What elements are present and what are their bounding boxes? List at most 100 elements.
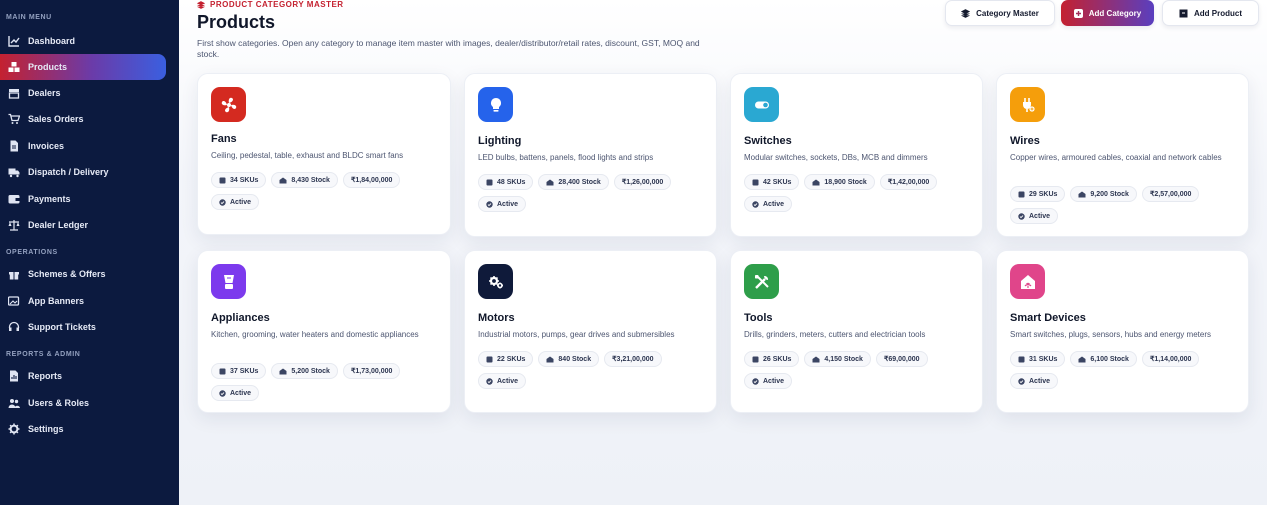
category-card-smart-devices[interactable]: Smart Devices Smart switches, plugs, sen… [996, 250, 1249, 413]
boxes-icon [8, 61, 20, 73]
category-card-appliances[interactable]: Appliances Kitchen, grooming, water heat… [197, 250, 451, 413]
sidebar-item-schemes-offers[interactable]: Schemes & Offers [0, 261, 166, 287]
value-chip: ₹1,14,00,000 [1141, 351, 1200, 367]
category-card-motors[interactable]: Motors Industrial motors, pumps, gear dr… [464, 250, 717, 413]
sidebar-item-label: Sales Orders [28, 114, 84, 124]
category-card-tools[interactable]: Tools Drills, grinders, meters, cutters … [730, 250, 983, 413]
page-description: First show categories. Open any category… [197, 38, 700, 59]
sidebar-item-payments[interactable]: Payments [0, 186, 166, 212]
status-label: Active [763, 377, 785, 385]
category-name: Switches [744, 135, 792, 147]
fan-icon [211, 87, 246, 122]
category-card-lighting[interactable]: Lighting LED bulbs, battens, panels, flo… [464, 73, 717, 237]
value-chip: ₹1,26,00,000 [613, 174, 672, 190]
value-chip: ₹3,21,00,000 [604, 351, 662, 367]
sidebar-item-label: Settings [28, 424, 64, 434]
sidebar-item-label: Invoices [28, 141, 65, 151]
value-chip: ₹1,84,00,000 [342, 172, 401, 188]
check-circle-icon [486, 200, 493, 208]
status-badge: Active [211, 385, 260, 401]
sku-count-chip: 48 SKUs [478, 174, 534, 190]
stock-count: 5,200 Stock [291, 367, 330, 375]
boxes-icon [752, 356, 759, 363]
category-name: Wires [1010, 135, 1040, 147]
warehouse-icon [546, 179, 554, 186]
status-label: Active [1029, 377, 1051, 385]
category-master-button[interactable]: Category Master [945, 0, 1055, 26]
add-category-button[interactable]: Add Category [1061, 0, 1154, 26]
sidebar-item-app-banners[interactable]: App Banners [0, 288, 166, 314]
category-description: Industrial motors, pumps, gear drives an… [478, 330, 675, 339]
tools-icon [744, 264, 779, 299]
sidebar-item-products[interactable]: Products [0, 54, 166, 80]
sidebar-item-invoices[interactable]: Invoices [0, 133, 166, 159]
stock-chip: 6,100 Stock [1070, 351, 1137, 367]
layers-icon [961, 8, 971, 18]
status-badge: Active [744, 373, 793, 389]
category-name: Smart Devices [1010, 312, 1086, 324]
sku-count: 26 SKUs [763, 355, 792, 363]
gift-icon [8, 268, 20, 280]
category-card-switches[interactable]: Switches Modular switches, sockets, DBs,… [730, 73, 983, 237]
sidebar-item-label: Support Tickets [28, 322, 96, 332]
warehouse-icon [1078, 356, 1086, 363]
status-label: Active [497, 377, 519, 385]
category-card-wires[interactable]: Wires Copper wires, armoured cables, coa… [996, 73, 1249, 237]
check-circle-icon [1018, 377, 1025, 385]
category-name: Fans [211, 133, 237, 145]
sidebar-item-support-tickets[interactable]: Support Tickets [0, 314, 166, 340]
check-circle-icon [752, 377, 759, 385]
status-label: Active [497, 200, 519, 208]
stock-value: ₹1,26,00,000 [621, 179, 664, 186]
check-circle-icon [752, 200, 759, 208]
sidebar-item-settings[interactable]: Settings [0, 416, 166, 442]
category-card-fans[interactable]: Fans Ceiling, pedestal, table, exhaust a… [197, 73, 451, 235]
boxes-icon [486, 356, 493, 363]
sidebar-item-label: Reports [28, 371, 63, 381]
sku-count: 22 SKUs [497, 355, 526, 363]
category-description: Drills, grinders, meters, cutters and el… [744, 330, 926, 339]
boxes-icon [219, 177, 226, 184]
sidebar-item-label: App Banners [28, 296, 85, 306]
sidebar-item-dealer-ledger[interactable]: Dealer Ledger [0, 212, 166, 238]
sidebar-item-reports[interactable]: Reports [0, 363, 166, 389]
stock-value: ₹1,73,00,000 [350, 368, 393, 375]
gear-icon [8, 423, 20, 435]
status-label: Active [763, 200, 785, 208]
plug-icon [1010, 87, 1045, 122]
sidebar-item-users-roles[interactable]: Users & Roles [0, 390, 166, 416]
boxes-icon [486, 179, 493, 186]
sidebar-item-dashboard[interactable]: Dashboard [0, 28, 166, 54]
add-product-button[interactable]: Add Product [1162, 0, 1259, 26]
wallet-icon [8, 193, 20, 205]
boxes-icon [1018, 356, 1025, 363]
sku-count: 48 SKUs [497, 178, 526, 186]
sidebar-item-dealers[interactable]: Dealers [0, 80, 166, 106]
stock-chip: 8,430 Stock [271, 172, 338, 188]
stock-chip: 18,900 Stock [804, 174, 875, 190]
report-icon [8, 370, 20, 382]
images-icon [8, 295, 20, 307]
breadcrumb-label: PRODUCT CATEGORY MASTER [210, 0, 344, 9]
users-icon [8, 397, 20, 409]
check-circle-icon [1018, 212, 1025, 220]
sidebar-item-sales-orders[interactable]: Sales Orders [0, 106, 166, 132]
warehouse-icon [546, 356, 554, 363]
sku-count: 29 SKUs [1029, 190, 1058, 198]
sidebar-item-dispatch-delivery[interactable]: Dispatch / Delivery [0, 159, 166, 185]
stock-count: 28,400 Stock [558, 178, 601, 186]
boxes-icon [752, 179, 759, 186]
check-circle-icon [219, 389, 226, 397]
truck-icon [8, 166, 20, 178]
store-icon [8, 87, 20, 99]
category-description: Kitchen, grooming, water heaters and dom… [211, 330, 419, 339]
stock-count: 18,900 Stock [824, 178, 867, 186]
main-content: PRODUCT CATEGORY MASTER Products First s… [179, 0, 1267, 505]
sku-count-chip: 26 SKUs [744, 351, 800, 367]
status-badge: Active [1010, 373, 1059, 389]
category-name: Appliances [211, 312, 270, 324]
warehouse-icon [1078, 191, 1086, 198]
sidebar-section-reports-admin: REPORTS & ADMIN [6, 351, 81, 358]
smart-home-icon [1010, 264, 1045, 299]
boxes-icon [1018, 191, 1025, 198]
